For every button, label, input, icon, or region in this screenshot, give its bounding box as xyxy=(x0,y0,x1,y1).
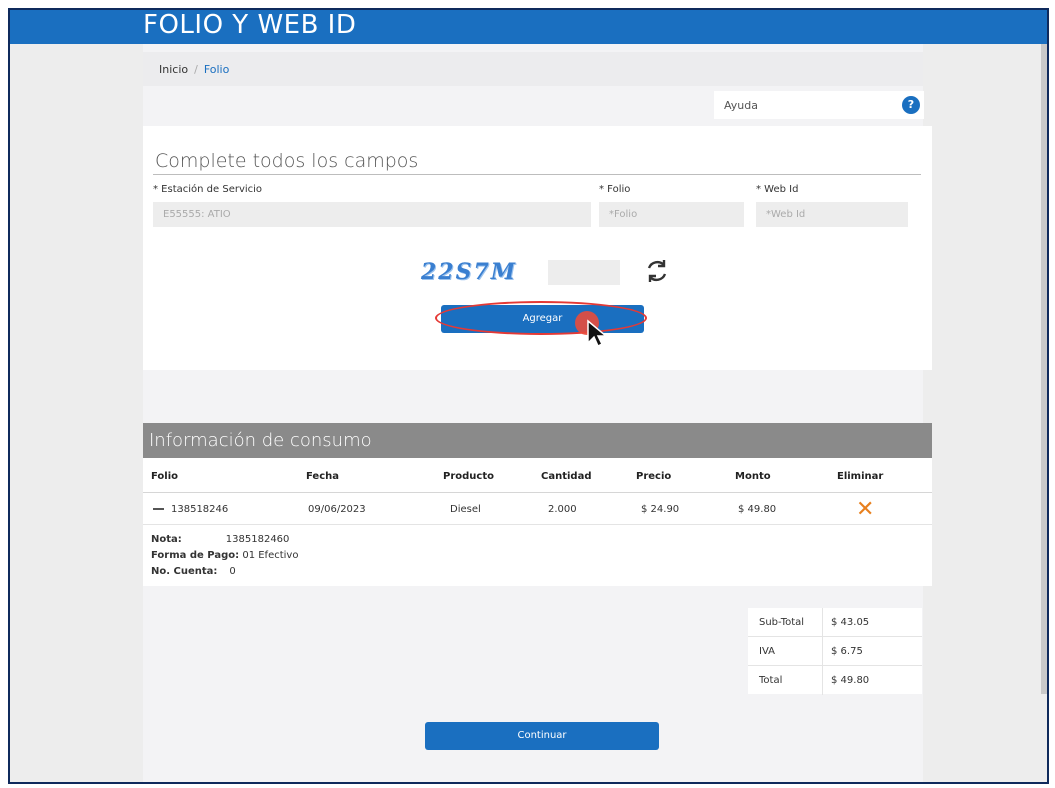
collapse-icon[interactable] xyxy=(153,508,164,510)
nota-label: Nota: xyxy=(151,534,182,545)
cell-fecha: 09/06/2023 xyxy=(308,504,366,515)
scrollbar[interactable] xyxy=(1041,44,1047,694)
column-header-producto: Producto xyxy=(443,471,494,482)
webid-input[interactable]: *Web Id xyxy=(756,202,908,227)
totals-row-iva: IVA $ 6.75 xyxy=(748,637,922,666)
total-value: $ 49.80 xyxy=(831,675,870,686)
folio-label: * Folio xyxy=(599,184,631,195)
breadcrumb-current[interactable]: Folio xyxy=(204,63,230,76)
cell-monto: $ 49.80 xyxy=(738,504,777,515)
iva-label: IVA xyxy=(759,646,775,657)
captcha-image: 22S7M xyxy=(421,259,518,285)
cell-cantidad: 2.000 xyxy=(548,504,577,515)
delete-icon[interactable]: ✕ xyxy=(856,497,874,522)
question-icon[interactable]: ? xyxy=(902,96,920,114)
breadcrumb-home[interactable]: Inicio xyxy=(159,63,188,76)
column-header-monto: Monto xyxy=(735,471,771,482)
captcha-input[interactable] xyxy=(548,260,620,285)
breadcrumb-separator: / xyxy=(194,63,198,76)
station-label: * Estación de Servicio xyxy=(153,184,263,195)
row-divider xyxy=(143,524,932,525)
column-header-cantidad: Cantidad xyxy=(541,471,592,482)
click-highlight-ring xyxy=(435,301,647,335)
column-header-folio: Folio xyxy=(151,471,179,482)
iva-value: $ 6.75 xyxy=(831,646,863,657)
cell-precio: $ 24.90 xyxy=(641,504,680,515)
detail-pago: Forma de Pago: 01 Efectivo xyxy=(151,550,298,561)
refresh-icon[interactable] xyxy=(643,257,671,285)
consumo-table: Folio Fecha Producto Cantidad Precio Mon… xyxy=(143,458,932,586)
form-card: Complete todos los campos * Estación de … xyxy=(143,126,932,370)
cuenta-label: No. Cuenta: xyxy=(151,566,218,577)
detail-cuenta: No. Cuenta: 0 xyxy=(151,566,236,577)
totals-table: Sub-Total $ 43.05 IVA $ 6.75 Total $ 49.… xyxy=(748,608,922,695)
cell-folio: 138518246 xyxy=(171,504,229,515)
breadcrumb: Inicio / Folio xyxy=(143,52,923,86)
column-header-precio: Precio xyxy=(636,471,672,482)
help-box[interactable]: Ayuda ? xyxy=(714,91,924,119)
total-label: Total xyxy=(759,675,783,686)
subtotal-value: $ 43.05 xyxy=(831,617,870,628)
totals-row-subtotal: Sub-Total $ 43.05 xyxy=(748,608,922,637)
consumo-section-header: Información de consumo xyxy=(143,423,932,458)
detail-nota: Nota: 1385182460 xyxy=(151,534,289,545)
subtotal-label: Sub-Total xyxy=(759,617,805,628)
cell-producto: Diesel xyxy=(450,504,481,515)
column-header-fecha: Fecha xyxy=(306,471,340,482)
nota-value: 1385182460 xyxy=(225,534,290,545)
folio-input[interactable]: *Folio xyxy=(599,202,744,227)
pago-label: Forma de Pago: xyxy=(151,550,240,561)
cursor-arrow-icon xyxy=(587,319,608,348)
pago-value: 01 Efectivo xyxy=(242,550,299,561)
page-title: FOLIO Y WEB ID xyxy=(143,10,357,40)
column-header-eliminar: Eliminar xyxy=(837,471,884,482)
continue-button[interactable]: Continuar xyxy=(425,722,659,750)
form-heading: Complete todos los campos xyxy=(155,150,419,172)
station-field[interactable]: E55555: ATIO xyxy=(153,202,591,227)
page-content: Inicio / Folio Ayuda ? Complete todos los … xyxy=(143,44,932,782)
totals-row-total: Total $ 49.80 xyxy=(748,666,922,695)
help-label: Ayuda xyxy=(724,99,758,112)
header-divider xyxy=(143,492,932,493)
webid-label: * Web Id xyxy=(756,184,799,195)
cuenta-value: 0 xyxy=(229,566,236,577)
form-divider xyxy=(153,174,921,175)
browser-frame: FOLIO Y WEB ID Inicio / Folio Ayuda ? Comp… xyxy=(8,8,1049,784)
